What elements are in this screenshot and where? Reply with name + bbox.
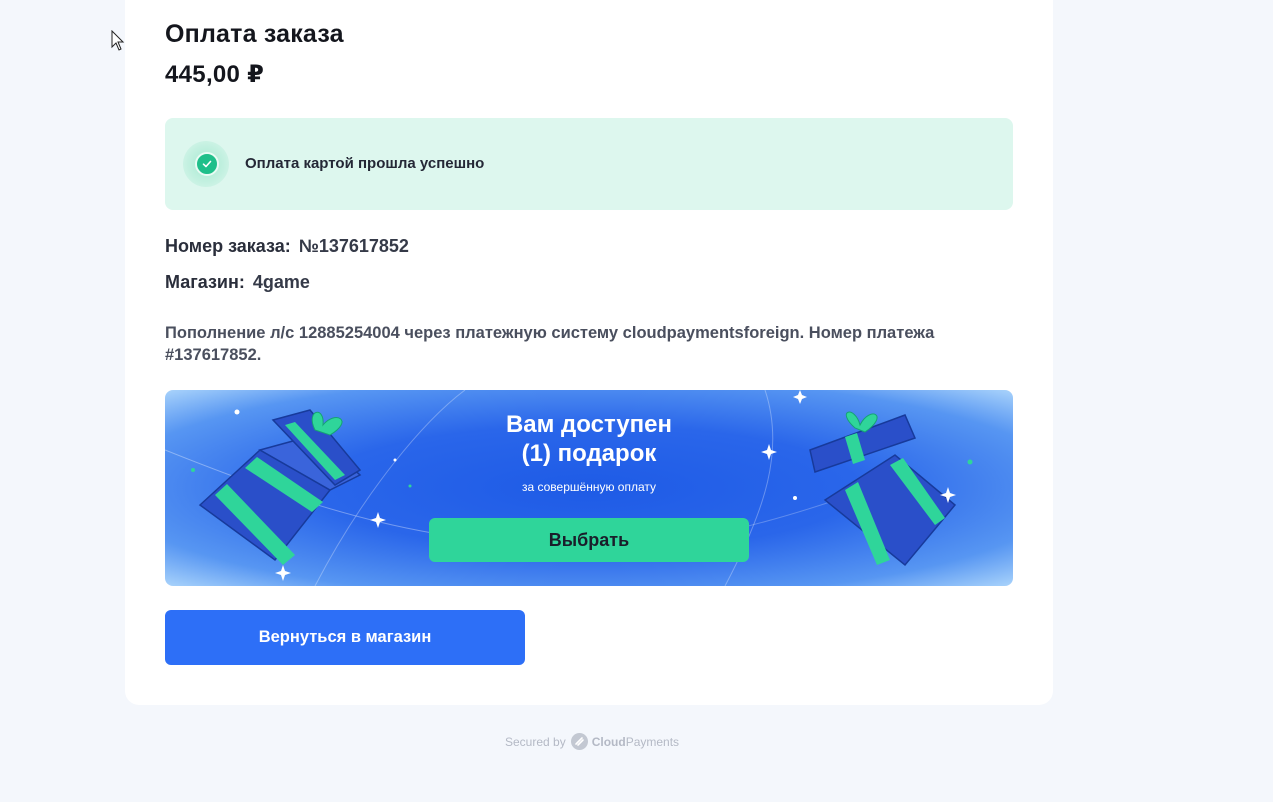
order-number-row: Номер заказа: №137617852 [165, 236, 409, 257]
success-notice: Оплата картой прошла успешно [165, 118, 1013, 210]
mouse-cursor-icon [111, 30, 125, 51]
gift-banner-title: Вам доступен (1) подарок [165, 410, 1013, 468]
brand-name-bold: Cloud [591, 734, 626, 749]
choose-gift-button[interactable]: Выбрать [429, 518, 749, 562]
return-to-shop-button[interactable]: Вернуться в магазин [165, 610, 525, 665]
gift-banner: Вам доступен (1) подарок за совершённую … [165, 390, 1013, 586]
footer-secured: Secured by Cloud Payments [505, 733, 679, 750]
gift-banner-title-line2: (1) подарок [521, 440, 657, 467]
gift-banner-subtitle: за совершённую оплату [521, 480, 656, 494]
shop-label: Магазин: [165, 272, 245, 292]
payment-description: Пополнение л/с 12885254004 через платежн… [165, 324, 935, 364]
order-amount: 445,00 ₽ [165, 61, 265, 88]
page-title: Оплата заказа [165, 20, 344, 48]
brand-name-rest: Payments [625, 734, 680, 749]
success-message: Оплата картой прошла успешно [245, 155, 485, 172]
secured-by-text: Secured by [505, 734, 566, 749]
check-circle-icon [195, 152, 219, 176]
order-number-value: №137617852 [298, 236, 409, 256]
shop-row: Магазин: 4game [165, 272, 310, 293]
shop-value: 4game [252, 272, 310, 292]
order-number-label: Номер заказа: [165, 236, 291, 256]
cloudpayments-logo-icon [570, 733, 588, 750]
gift-banner-title-line1: Вам доступен [505, 411, 673, 438]
